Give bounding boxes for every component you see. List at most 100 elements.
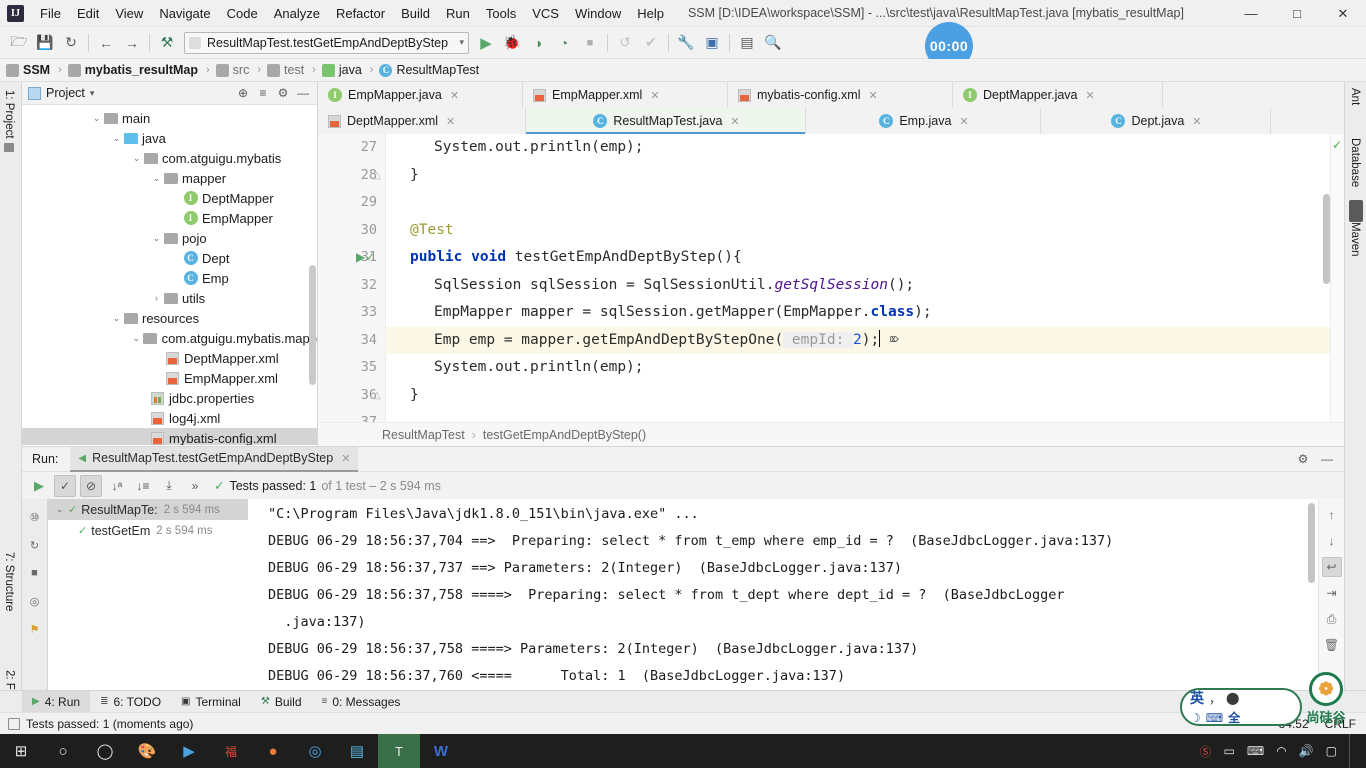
menu-navigate[interactable]: Navigate xyxy=(151,3,218,24)
close-icon[interactable]: ✕ xyxy=(1192,115,1201,128)
gear-icon[interactable]: ⚙ xyxy=(274,84,292,102)
editor-crumb-class[interactable]: ResultMapTest xyxy=(382,428,465,442)
maximize-button[interactable]: □ xyxy=(1274,0,1320,27)
app-browser-cn-icon[interactable]: 福 xyxy=(210,734,252,768)
notification-icon[interactable] xyxy=(8,717,20,730)
hammer-icon[interactable]: ⚒ xyxy=(155,31,179,55)
menu-tools[interactable]: Tools xyxy=(478,3,524,24)
locate-icon[interactable]: ⊕ xyxy=(234,84,252,102)
chevron-down-icon[interactable]: ⌄ xyxy=(90,113,103,124)
select-in-icon[interactable]: ▤ xyxy=(735,31,759,55)
run-coverage-icon[interactable]: ◑ xyxy=(526,31,550,55)
close-icon[interactable]: ✕ xyxy=(959,115,968,128)
close-button[interactable]: ✕ xyxy=(1320,0,1366,27)
sidebar-item-structure[interactable]: 7: Structure xyxy=(3,548,15,615)
app-firefox-icon[interactable]: ● xyxy=(252,734,294,768)
ime-punctuation-icon[interactable]: ， xyxy=(1209,690,1221,707)
status-message-area[interactable]: Tests passed: 1 (moments ago) xyxy=(0,717,193,731)
open-project-icon[interactable]: 🗁 xyxy=(7,31,31,55)
tree-node-com-atguigu-mybatis[interactable]: ⌄ com.atguigu.mybatis xyxy=(22,148,317,168)
console-scrollbar[interactable] xyxy=(1308,503,1315,583)
tree-node-mybatis-config-xml[interactable]: mybatis-config.xml xyxy=(22,428,317,445)
tab-dept-java[interactable]: C Dept.java ✕ xyxy=(1041,108,1271,134)
bottom-tab-messages[interactable]: ≡ 0: Messages xyxy=(312,691,411,713)
sidebar-item-ant[interactable]: Ant xyxy=(1349,88,1361,105)
tree-node-empmapper[interactable]: I EmpMapper xyxy=(22,208,317,228)
project-structure-icon[interactable]: ▣ xyxy=(700,31,724,55)
print-icon[interactable]: ⎙ xyxy=(1322,609,1342,629)
soft-wrap-icon[interactable]: ↩ xyxy=(1321,557,1342,577)
close-icon[interactable]: ✕ xyxy=(730,115,739,128)
start-icon[interactable]: ⊞ xyxy=(0,734,42,768)
tray-app-icon[interactable]: Ⓢ xyxy=(1200,743,1212,760)
close-icon[interactable]: ✕ xyxy=(446,115,455,128)
project-tree-scrollbar[interactable] xyxy=(309,265,316,385)
close-icon[interactable]: ✕ xyxy=(650,89,659,102)
sidebar-item-database[interactable]: Database xyxy=(1349,138,1361,187)
tray-battery-icon[interactable]: ▭ xyxy=(1224,744,1235,758)
tray-wifi-icon[interactable]: ◠ xyxy=(1276,744,1286,758)
bottom-tab-todo[interactable]: ≣ 6: TODO xyxy=(90,691,171,713)
rerun-failed-icon[interactable]: ↻ xyxy=(25,535,45,555)
tree-node-empmapper-xml[interactable]: EmpMapper.xml xyxy=(22,368,317,388)
expand-collapse-icon[interactable]: ⤓ xyxy=(158,475,180,497)
run-session-tab[interactable]: ◀ ResultMapTest.testGetEmpAndDeptByStep … xyxy=(70,446,359,472)
app-word-icon[interactable]: W xyxy=(420,734,462,768)
chevron-down-icon[interactable]: ▾ xyxy=(90,88,95,99)
editor-crumb-method[interactable]: testGetEmpAndDeptByStep() xyxy=(483,428,646,442)
close-icon[interactable]: ✕ xyxy=(450,89,459,102)
hide-icon[interactable]: — xyxy=(1318,450,1336,468)
tray-volume-icon[interactable]: 🔊 xyxy=(1299,744,1314,758)
back-icon[interactable]: ← xyxy=(94,31,118,55)
stop-icon[interactable]: ■ xyxy=(578,31,602,55)
tree-node-deptmapper[interactable]: I DeptMapper xyxy=(22,188,317,208)
clear-all-icon[interactable]: 🗑 xyxy=(1322,635,1342,655)
sidebar-item-maven[interactable]: Maven xyxy=(1349,222,1361,257)
close-icon[interactable]: ✕ xyxy=(869,89,878,102)
menu-build[interactable]: Build xyxy=(393,3,438,24)
menu-file[interactable]: File xyxy=(32,3,69,24)
tree-node-log4j-xml[interactable]: log4j.xml xyxy=(22,408,317,428)
tree-node-deptmapper-xml[interactable]: DeptMapper.xml xyxy=(22,348,317,368)
tree-node-resources[interactable]: ⌄ resources xyxy=(22,308,317,328)
menu-vcs[interactable]: VCS xyxy=(524,3,567,24)
update-project-icon[interactable]: ↺ xyxy=(613,31,637,55)
chevron-down-icon[interactable]: ⌄ xyxy=(110,133,123,144)
tree-node-pojo[interactable]: ⌄ pojo xyxy=(22,228,317,248)
tab-deptmapper-java[interactable]: I DeptMapper.java ✕ xyxy=(953,82,1163,108)
tree-node-mapper[interactable]: ⌄ mapper xyxy=(22,168,317,188)
sort-duration-icon[interactable]: ↓≡ xyxy=(132,475,154,497)
tab-mybatis-config-xml[interactable]: mybatis-config.xml ✕ xyxy=(728,82,953,108)
close-icon[interactable]: ✕ xyxy=(341,452,350,465)
tree-node-java[interactable]: ⌄ java xyxy=(22,128,317,148)
chevron-down-icon[interactable]: ⌄ xyxy=(150,233,163,244)
ime-language-bar[interactable]: 英 ， ⬤ ☽ ⌨ 全 xyxy=(1180,688,1302,726)
breadcrumb-item-src[interactable]: src xyxy=(215,63,249,77)
profile-icon[interactable]: ◔ xyxy=(552,31,576,55)
fold-marker-icon[interactable]: △ xyxy=(372,382,382,410)
bottom-tab-run[interactable]: ▶ 4: Run xyxy=(22,690,91,713)
chevron-right-icon[interactable]: › xyxy=(150,293,163,303)
tab-empmapper-java[interactable]: I EmpMapper.java ✕ xyxy=(318,82,523,108)
menu-run[interactable]: Run xyxy=(438,3,478,24)
tray-keyboard-icon[interactable]: ⌨ xyxy=(1247,744,1264,758)
run-test-gutter-icon[interactable]: ▶✓ xyxy=(356,244,375,272)
hide-icon[interactable]: — xyxy=(294,84,312,102)
tree-node-dept[interactable]: C Dept xyxy=(22,248,317,268)
debugger-icon[interactable]: ⑩ xyxy=(25,507,45,527)
app-notes-icon[interactable]: ▤ xyxy=(336,734,378,768)
minimize-button[interactable]: — xyxy=(1228,0,1274,27)
chevron-down-icon[interactable]: ⌄ xyxy=(130,333,143,344)
menu-refactor[interactable]: Refactor xyxy=(328,3,393,24)
settings-wrench-icon[interactable]: 🔧 xyxy=(674,31,698,55)
ime-keyboard-icon[interactable]: ⌨ xyxy=(1206,711,1223,725)
bottom-tab-terminal[interactable]: ▣ Terminal xyxy=(171,691,251,713)
commit-icon[interactable]: ✔ xyxy=(639,31,663,55)
menu-window[interactable]: Window xyxy=(567,3,629,24)
chevron-down-icon[interactable]: ▾ xyxy=(459,37,464,48)
breadcrumb-item-mybatis-resultmap[interactable]: mybatis_resultMap xyxy=(67,63,198,77)
menu-analyze[interactable]: Analyze xyxy=(266,3,328,24)
editor-gutter[interactable]: 27 28 29 30 31 32 33 34 35 36 37 ▶✓ △ △ xyxy=(318,134,386,430)
menu-help[interactable]: Help xyxy=(629,3,672,24)
editor-inspection-strip[interactable]: ✓ xyxy=(1330,134,1344,422)
